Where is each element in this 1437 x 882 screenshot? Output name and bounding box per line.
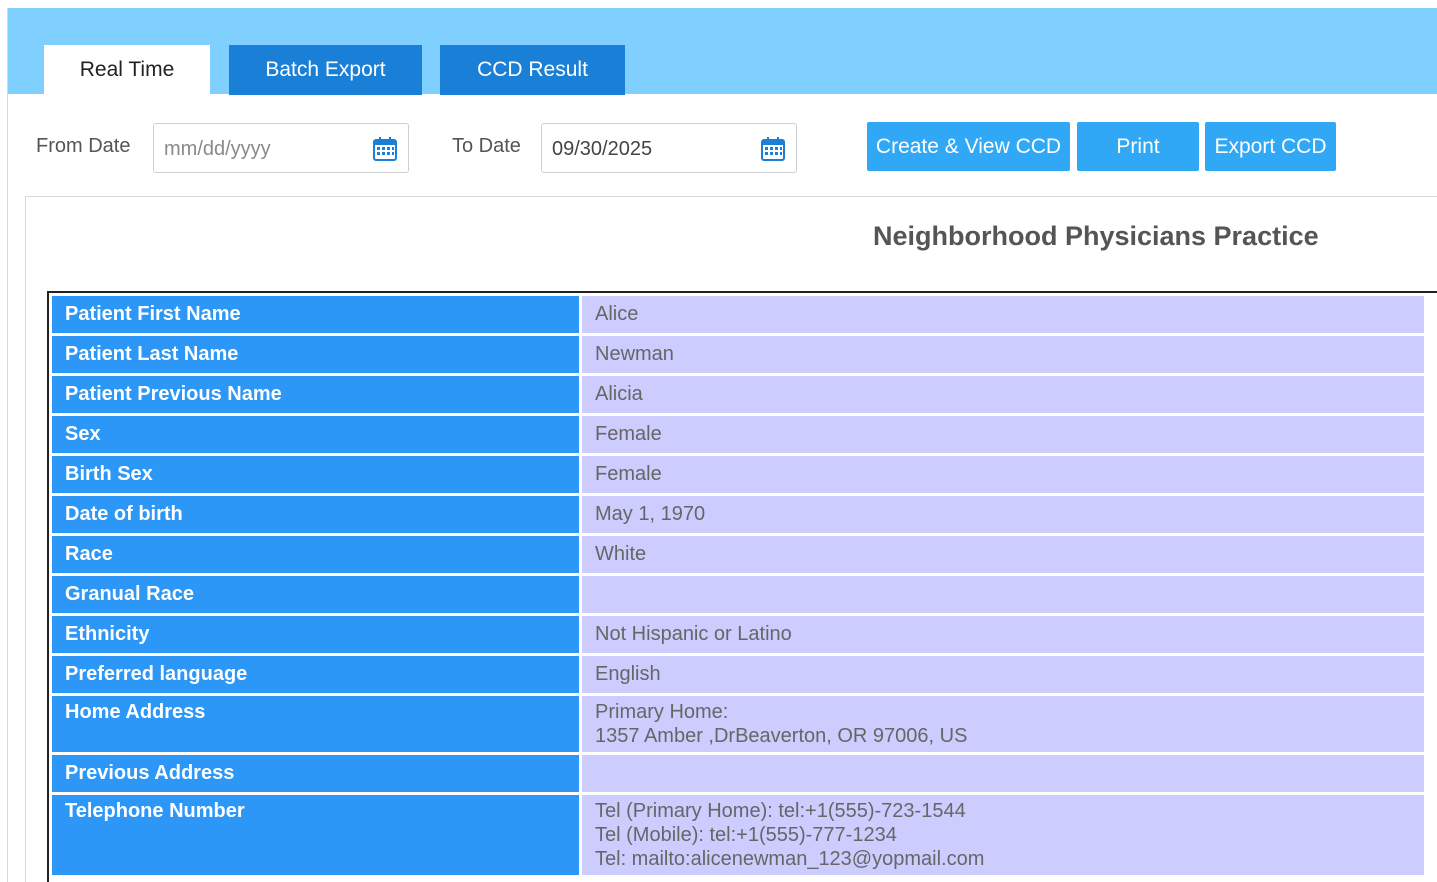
row-value [582, 755, 1424, 792]
row-label: Date of birth [52, 496, 579, 533]
row-label: Ethnicity [52, 616, 579, 653]
export-ccd-button[interactable]: Export CCD [1205, 122, 1336, 171]
row-value: White [582, 536, 1424, 573]
row-value: Tel (Primary Home): tel:+1(555)-723-1544… [582, 795, 1424, 875]
calendar-icon[interactable] [760, 136, 786, 162]
row-value [582, 576, 1424, 613]
table-row: Home Address Primary Home: 1357 Amber ,D… [52, 696, 1424, 752]
row-value: May 1, 1970 [582, 496, 1424, 533]
table-row: Patient Previous Name Alicia [52, 376, 1424, 413]
to-date-value: 09/30/2025 [552, 138, 653, 160]
table-row: Previous Address [52, 755, 1424, 792]
address-line: Primary Home: [595, 701, 729, 723]
practice-title: Neighborhood Physicians Practice [873, 221, 1319, 251]
row-label: Previous Address [52, 755, 579, 792]
address-line: 1357 Amber ,DrBeaverton, OR 97006, US [595, 725, 968, 747]
calendar-icon[interactable] [372, 136, 398, 162]
row-value: Female [582, 456, 1424, 493]
table-row: Patient Last Name Newman [52, 336, 1424, 373]
table-row: Patient First Name Alice [52, 296, 1424, 333]
table-row: Preferred language English [52, 656, 1424, 693]
table-row: Ethnicity Not Hispanic or Latino [52, 616, 1424, 653]
row-value: Alicia [582, 376, 1424, 413]
row-value: Female [582, 416, 1424, 453]
telephone-line: Tel (Primary Home): tel:+1(555)-723-1544 [595, 800, 966, 822]
row-label: Sex [52, 416, 579, 453]
table-row: Date of birth May 1, 1970 [52, 496, 1424, 533]
table-row: Sex Female [52, 416, 1424, 453]
telephone-line: Tel (Mobile): tel:+1(555)-777-1234 [595, 824, 897, 846]
tab-bar: Real Time Batch Export CCD Result [8, 8, 1437, 95]
table-row: Granual Race [52, 576, 1424, 613]
print-button[interactable]: Print [1077, 122, 1199, 171]
row-label: Home Address [52, 696, 579, 752]
row-label: Preferred language [52, 656, 579, 693]
tab-real-time[interactable]: Real Time [44, 45, 210, 94]
table-row: Birth Sex Female [52, 456, 1424, 493]
to-date-input[interactable]: 09/30/2025 [541, 123, 797, 173]
page-left-border [7, 8, 8, 882]
row-value: Alice [582, 296, 1424, 333]
row-label: Race [52, 536, 579, 573]
table-row: Race White [52, 536, 1424, 573]
row-value: English [582, 656, 1424, 693]
create-view-ccd-button[interactable]: Create & View CCD [867, 122, 1070, 171]
row-label: Patient Last Name [52, 336, 579, 373]
patient-table: Patient First Name Alice Patient Last Na… [47, 291, 1437, 882]
from-date-input[interactable]: mm/dd/yyyy [153, 123, 409, 173]
from-date-label: From Date [36, 135, 131, 157]
row-label: Patient Previous Name [52, 376, 579, 413]
tab-batch-export[interactable]: Batch Export [229, 45, 422, 95]
row-value: Newman [582, 336, 1424, 373]
row-label: Telephone Number [52, 795, 579, 875]
tab-ccd-result[interactable]: CCD Result [440, 45, 625, 95]
row-value: Not Hispanic or Latino [582, 616, 1424, 653]
row-label: Granual Race [52, 576, 579, 613]
telephone-line: Tel: mailto:alicenewman_123@yopmail.com [595, 848, 985, 870]
row-value: Primary Home: 1357 Amber ,DrBeaverton, O… [582, 696, 1424, 752]
row-label: Birth Sex [52, 456, 579, 493]
to-date-label: To Date [452, 135, 521, 157]
row-label: Patient First Name [52, 296, 579, 333]
table-row: Telephone Number Tel (Primary Home): tel… [52, 795, 1424, 875]
from-date-placeholder: mm/dd/yyyy [164, 138, 271, 160]
